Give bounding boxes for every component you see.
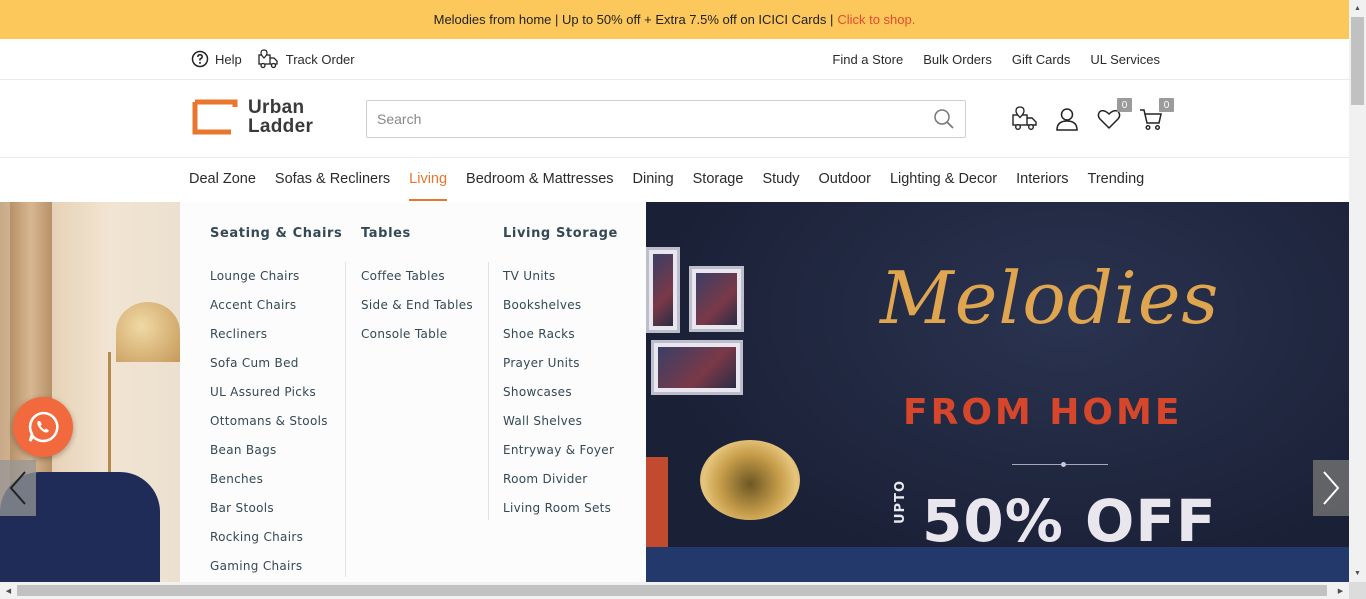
wall-frame-image (689, 266, 744, 332)
whatsapp-button[interactable] (13, 397, 73, 457)
hero-room-image (0, 202, 180, 582)
main-nav: Deal Zone Sofas & Recliners Living Bedro… (0, 158, 1349, 202)
bulk-orders-link[interactable]: Bulk Orders (923, 52, 992, 67)
search-icon[interactable] (933, 108, 955, 130)
menu-item-ul-assured-picks[interactable]: UL Assured Picks (210, 378, 342, 407)
logo-mark-icon (192, 99, 238, 135)
cart-button[interactable]: 0 (1138, 98, 1174, 132)
menu-column-seating: Seating & Chairs Lounge Chairs Accent Ch… (210, 226, 342, 581)
track-order-icon (258, 49, 278, 69)
gramophone-image (700, 440, 800, 520)
menu-item-lounge-chairs[interactable]: Lounge Chairs (210, 262, 342, 291)
search-box (366, 100, 966, 138)
menu-item-accent-chairs[interactable]: Accent Chairs (210, 291, 342, 320)
promo-text: Melodies from home | Up to 50% off + Ext… (433, 12, 834, 27)
utility-bar: Help Track Order Find a Store Bulk Order… (0, 39, 1349, 80)
account-button[interactable] (1054, 106, 1080, 132)
scroll-right-icon[interactable]: ▶ (1332, 582, 1349, 599)
scroll-left-icon[interactable]: ◀ (0, 582, 17, 599)
nav-item-trending[interactable]: Trending (1078, 158, 1154, 202)
hero-offer: 50% OFF (922, 487, 1217, 555)
wishlist-button[interactable]: 0 (1096, 98, 1132, 132)
nav-item-study[interactable]: Study (753, 158, 809, 202)
menu-item-bookshelves[interactable]: Bookshelves (503, 291, 618, 320)
gift-cards-link[interactable]: Gift Cards (1012, 52, 1071, 67)
user-icon (1056, 108, 1078, 131)
chevron-right-icon (1323, 471, 1340, 505)
logo-text-urban: Urban (248, 97, 305, 118)
scroll-up-icon[interactable]: ▲ (1349, 0, 1366, 17)
scroll-down-icon[interactable]: ▼ (1349, 565, 1366, 582)
menu-item-shoe-racks[interactable]: Shoe Racks (503, 320, 618, 349)
header: Urban Ladder Search 0 0 (0, 80, 1349, 158)
menu-item-entryway-foyer[interactable]: Entryway & Foyer (503, 436, 618, 465)
menu-item-coffee-tables[interactable]: Coffee Tables (361, 262, 473, 291)
menu-item-benches[interactable]: Benches (210, 465, 342, 494)
find-store-link[interactable]: Find a Store (832, 52, 903, 67)
delivery-truck-icon (1012, 106, 1037, 131)
menu-item-showcases[interactable]: Showcases (503, 378, 618, 407)
wall-frame-image (651, 340, 743, 395)
menu-item-room-divider[interactable]: Room Divider (503, 465, 618, 494)
floor-lamp-image (116, 302, 180, 362)
whatsapp-icon (28, 411, 59, 443)
hero-upto-label: UPTO (893, 479, 908, 524)
menu-item-side-end-tables[interactable]: Side & End Tables (361, 291, 473, 320)
delivery-button[interactable] (1012, 106, 1038, 132)
menu-item-recliners[interactable]: Recliners (210, 320, 342, 349)
menu-heading-living-storage[interactable]: Living Storage (503, 226, 618, 244)
menu-item-tv-units[interactable]: TV Units (503, 262, 618, 291)
menu-item-ottomans-stools[interactable]: Ottomans & Stools (210, 407, 342, 436)
menu-item-rocking-chairs[interactable]: Rocking Chairs (210, 523, 342, 552)
urban-ladder-logo[interactable]: Urban Ladder (191, 98, 313, 136)
wall-frame-image (646, 247, 680, 333)
horizontal-scrollbar[interactable]: ◀ ▶ (0, 582, 1349, 599)
menu-item-prayer-units[interactable]: Prayer Units (503, 349, 618, 378)
menu-heading-tables[interactable]: Tables (361, 226, 473, 244)
help-link[interactable]: Help (191, 50, 242, 68)
menu-column-tables: Tables Coffee Tables Side & End Tables C… (361, 226, 473, 349)
menu-item-bar-stools[interactable]: Bar Stools (210, 494, 342, 523)
menu-item-console-table[interactable]: Console Table (361, 320, 473, 349)
track-order-link[interactable]: Track Order (258, 49, 355, 69)
nav-item-deal-zone[interactable]: Deal Zone (189, 158, 265, 202)
promo-bar: Melodies from home | Up to 50% off + Ext… (0, 0, 1349, 39)
help-icon (191, 50, 209, 68)
hero-subtitle: FROM HOME (903, 392, 1183, 433)
nav-item-sofas-recliners[interactable]: Sofas & Recliners (265, 158, 399, 202)
vertical-scrollbar[interactable]: ▲ ▼ (1349, 0, 1366, 582)
promo-link[interactable]: Click to shop. (837, 12, 915, 27)
menu-item-living-room-sets[interactable]: Living Room Sets (503, 494, 618, 523)
nav-item-storage[interactable]: Storage (683, 158, 753, 202)
nav-item-bedroom-mattresses[interactable]: Bedroom & Mattresses (457, 158, 623, 202)
menu-item-gaming-chairs[interactable]: Gaming Chairs (210, 552, 342, 581)
hero-title: Melodies (880, 256, 1220, 340)
wishlist-count-badge: 0 (1117, 98, 1132, 112)
page: Melodies from home | Up to 50% off + Ext… (0, 0, 1366, 599)
carousel-next-button[interactable] (1313, 460, 1349, 516)
nav-item-living[interactable]: Living (400, 158, 457, 202)
horizontal-scroll-thumb[interactable] (17, 585, 1327, 596)
nav-item-lighting-decor[interactable]: Lighting & Decor (880, 158, 1006, 202)
cart-count-badge: 0 (1159, 98, 1174, 112)
menu-heading-seating[interactable]: Seating & Chairs (210, 226, 342, 244)
menu-item-bean-bags[interactable]: Bean Bags (210, 436, 342, 465)
menu-item-wall-shelves[interactable]: Wall Shelves (503, 407, 618, 436)
carousel-prev-button[interactable] (0, 460, 36, 516)
menu-item-sofa-cum-bed[interactable]: Sofa Cum Bed (210, 349, 342, 378)
nav-item-outdoor[interactable]: Outdoor (809, 158, 880, 202)
help-label: Help (215, 51, 242, 67)
menu-column-living-storage: Living Storage TV Units Bookshelves Shoe… (503, 226, 618, 523)
living-mega-menu: Seating & Chairs Lounge Chairs Accent Ch… (180, 202, 646, 582)
nav-item-dining[interactable]: Dining (623, 158, 683, 202)
chevron-left-icon (9, 471, 26, 505)
nav-item-interiors[interactable]: Interiors (1007, 158, 1078, 202)
vertical-scroll-thumb[interactable] (1351, 17, 1364, 105)
logo-text-ladder: Ladder (248, 116, 314, 137)
ul-services-link[interactable]: UL Services (1090, 52, 1160, 67)
search-input[interactable] (377, 111, 933, 127)
track-order-label: Track Order (285, 51, 355, 67)
